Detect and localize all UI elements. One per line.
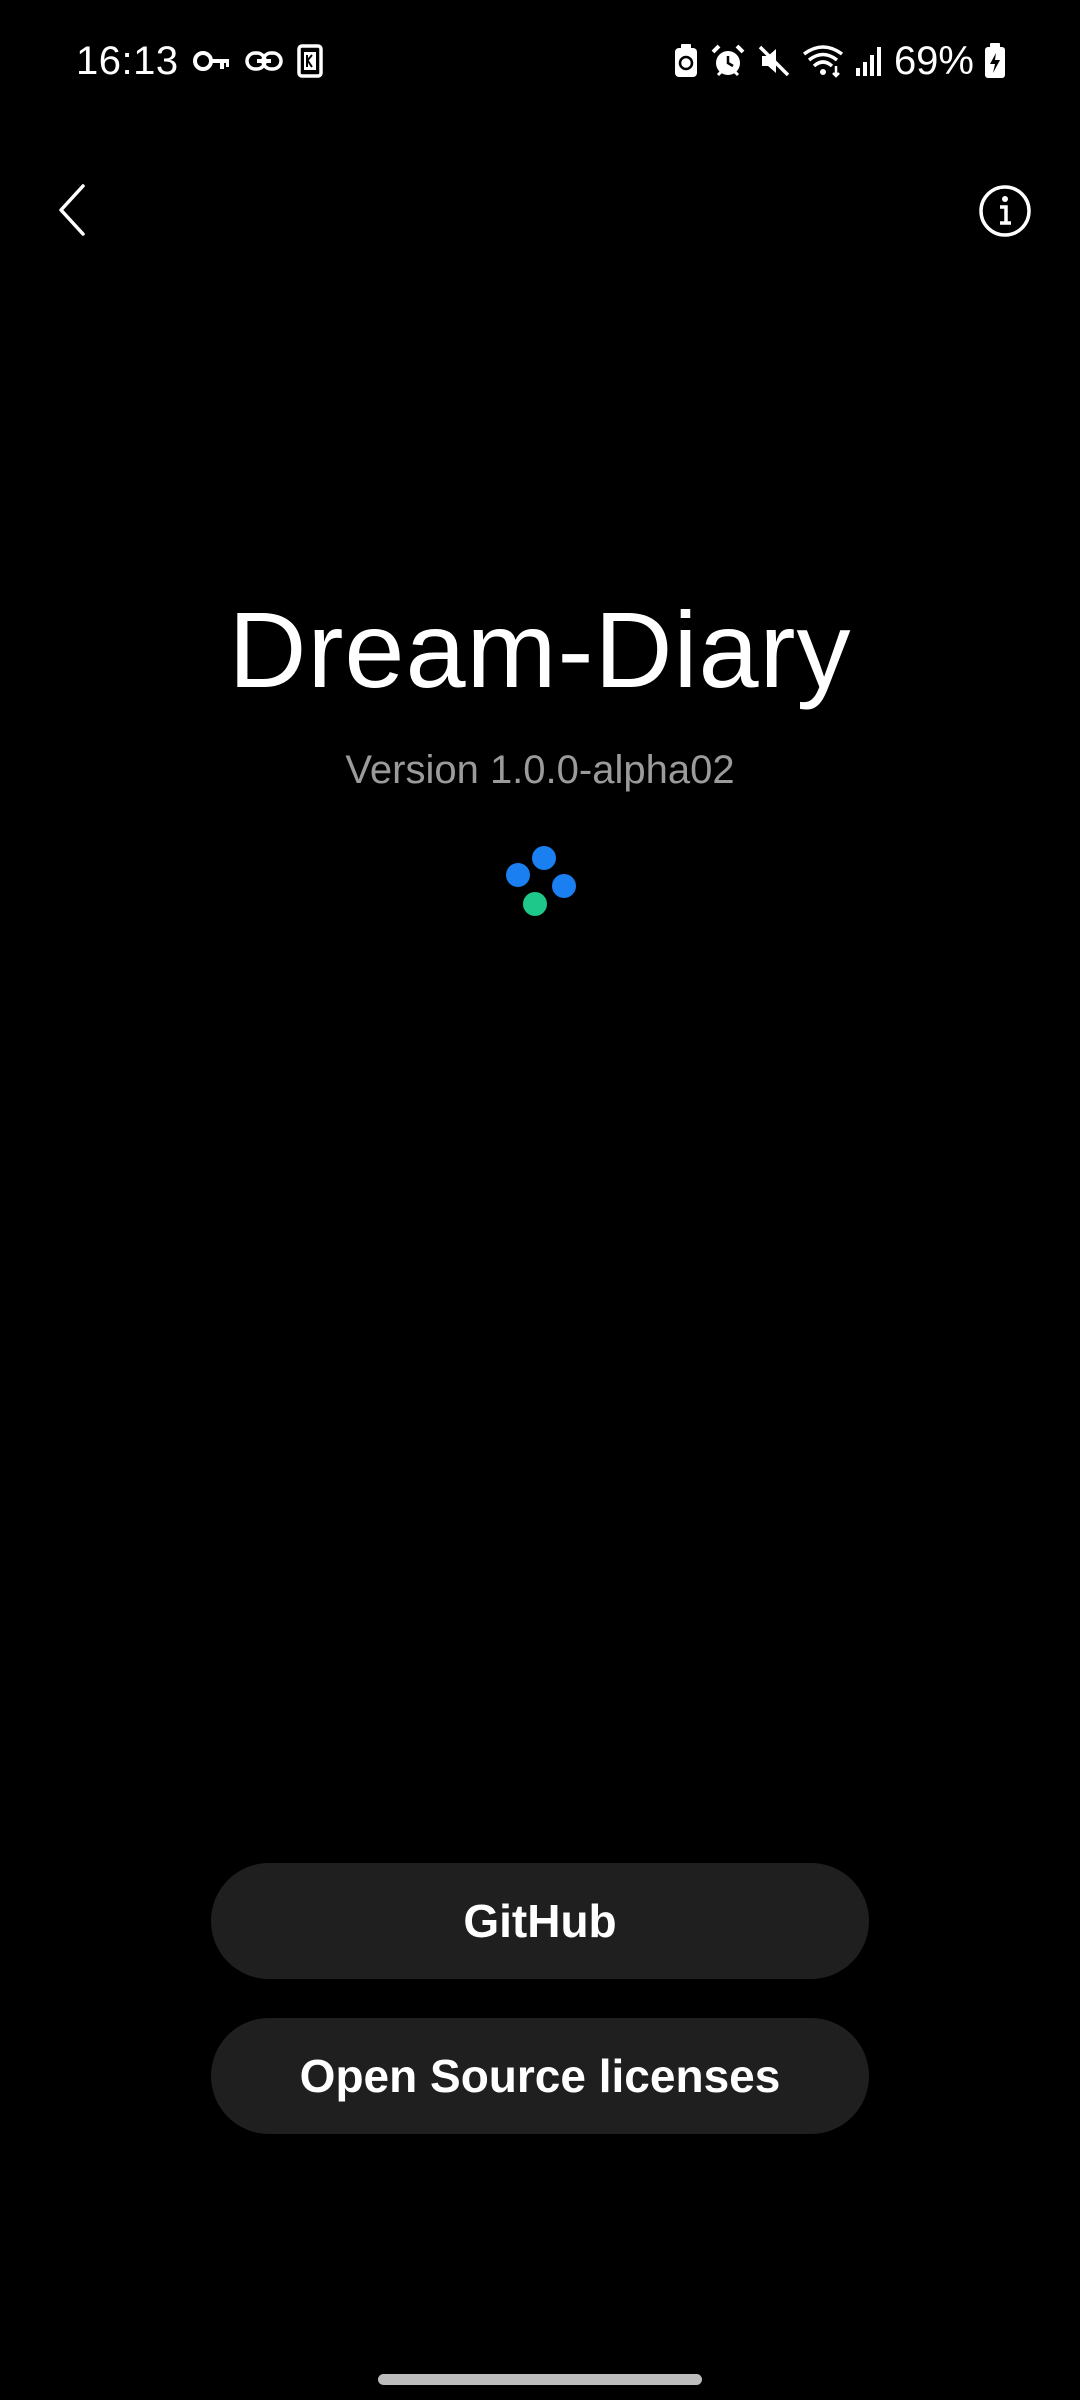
loading-dot-green (523, 892, 547, 916)
loading-dot-blue-2 (506, 863, 530, 887)
loading-dot-blue-1 (532, 846, 556, 870)
signal-icon (854, 44, 884, 78)
chevron-left-icon (55, 182, 89, 243)
app-title: Dream-Diary (228, 589, 852, 710)
open-source-licenses-button[interactable]: Open Source licenses (211, 2018, 869, 2134)
status-bar: 16:13 69% (0, 0, 1080, 120)
battery-percent: 69% (893, 38, 974, 83)
home-indicator[interactable] (378, 2374, 702, 2385)
battery-saver-icon (672, 43, 700, 79)
status-right: 69% (672, 36, 1006, 86)
loading-dot-blue-3 (552, 874, 576, 898)
alarm-icon (710, 43, 746, 79)
status-time: 16:13 (76, 38, 179, 83)
info-button[interactable] (970, 178, 1040, 248)
k-app-icon (296, 44, 323, 78)
app-version: Version 1.0.0-alpha02 (345, 748, 735, 792)
back-button[interactable] (40, 172, 104, 252)
wifi-icon (802, 44, 844, 78)
mute-icon (756, 43, 792, 79)
github-button[interactable]: GitHub (211, 1863, 869, 1979)
loading-indicator (500, 842, 580, 922)
info-icon (978, 184, 1032, 243)
link-icon (244, 49, 283, 73)
key-icon (192, 49, 231, 73)
status-left: 16:13 (76, 36, 323, 86)
battery-charging-icon (984, 43, 1006, 79)
